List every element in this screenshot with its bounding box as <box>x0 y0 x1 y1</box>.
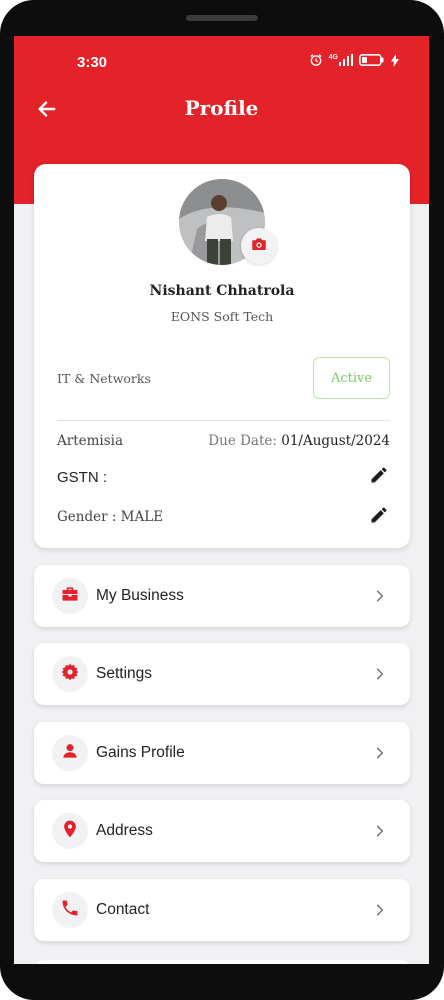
briefcase-icon <box>60 584 80 609</box>
pencil-icon <box>369 505 389 530</box>
edit-gstn-button[interactable] <box>366 464 392 490</box>
due-date-label: Due Date: <box>208 433 282 449</box>
gear-icon <box>60 662 80 687</box>
menu-item-partial[interactable] <box>34 960 410 964</box>
app-bar: Profile <box>14 90 429 130</box>
divider <box>57 420 390 421</box>
menu-label: Gains Profile <box>96 744 185 761</box>
app-screen: 3:30 4G Profile Nishant Chhatrola EONS S… <box>14 36 429 964</box>
chevron-right-icon <box>370 664 390 684</box>
due-date: Due Date: 01/August/2024 <box>208 433 390 449</box>
menu-icon-container <box>52 578 88 614</box>
chevron-right-icon <box>370 586 390 606</box>
phone-icon <box>60 898 80 923</box>
gender-label: Gender : MALE <box>57 509 164 525</box>
company-name: EONS Soft Tech <box>170 309 274 324</box>
pencil-icon <box>369 465 389 490</box>
battery-icon <box>359 54 385 66</box>
person-icon <box>60 741 80 766</box>
menu-icon-container <box>52 735 88 771</box>
alarm-icon <box>309 53 323 67</box>
status-bar: 3:30 4G <box>14 36 429 86</box>
menu-label: Address <box>96 822 153 839</box>
business-category: IT & Networks <box>57 371 151 386</box>
location-pin-icon <box>60 819 80 844</box>
menu-item-my-business[interactable]: My Business <box>34 565 410 627</box>
menu-item-contact[interactable]: Contact <box>34 879 410 941</box>
menu-icon-container <box>52 892 88 928</box>
edit-gender-button[interactable] <box>366 504 392 530</box>
menu-item-settings[interactable]: Settings <box>34 643 410 705</box>
menu-item-address[interactable]: Address <box>34 800 410 862</box>
status-badge: Active <box>313 357 390 399</box>
camera-icon <box>250 235 268 258</box>
user-name: Nishant Chhatrola <box>149 283 295 299</box>
phone-frame: 3:30 4G Profile Nishant Chhatrola EONS S… <box>0 0 444 1000</box>
network-type-label: 4G <box>328 54 338 61</box>
organization-name: Artemisia <box>57 433 124 449</box>
due-date-value: 01/August/2024 <box>281 433 390 449</box>
gstn-label: GSTN : <box>57 469 108 486</box>
charging-icon <box>391 53 399 67</box>
chevron-right-icon <box>370 821 390 841</box>
status-icons: 4G <box>309 53 399 67</box>
menu-icon-container <box>52 656 88 692</box>
status-time: 3:30 <box>77 54 108 71</box>
change-photo-button[interactable] <box>241 228 277 264</box>
menu-label: My Business <box>96 587 184 604</box>
menu-icon-container <box>52 813 88 849</box>
signal-icon: 4G <box>329 54 353 66</box>
menu-label: Settings <box>96 665 153 682</box>
profile-card: Nishant Chhatrola EONS Soft Tech IT & Ne… <box>34 164 410 548</box>
menu-item-gains-profile[interactable]: Gains Profile <box>34 722 410 784</box>
page-title: Profile <box>184 96 259 120</box>
chevron-right-icon <box>370 900 390 920</box>
chevron-right-icon <box>370 743 390 763</box>
menu-label: Contact <box>96 901 150 918</box>
speaker-grille <box>186 15 258 21</box>
